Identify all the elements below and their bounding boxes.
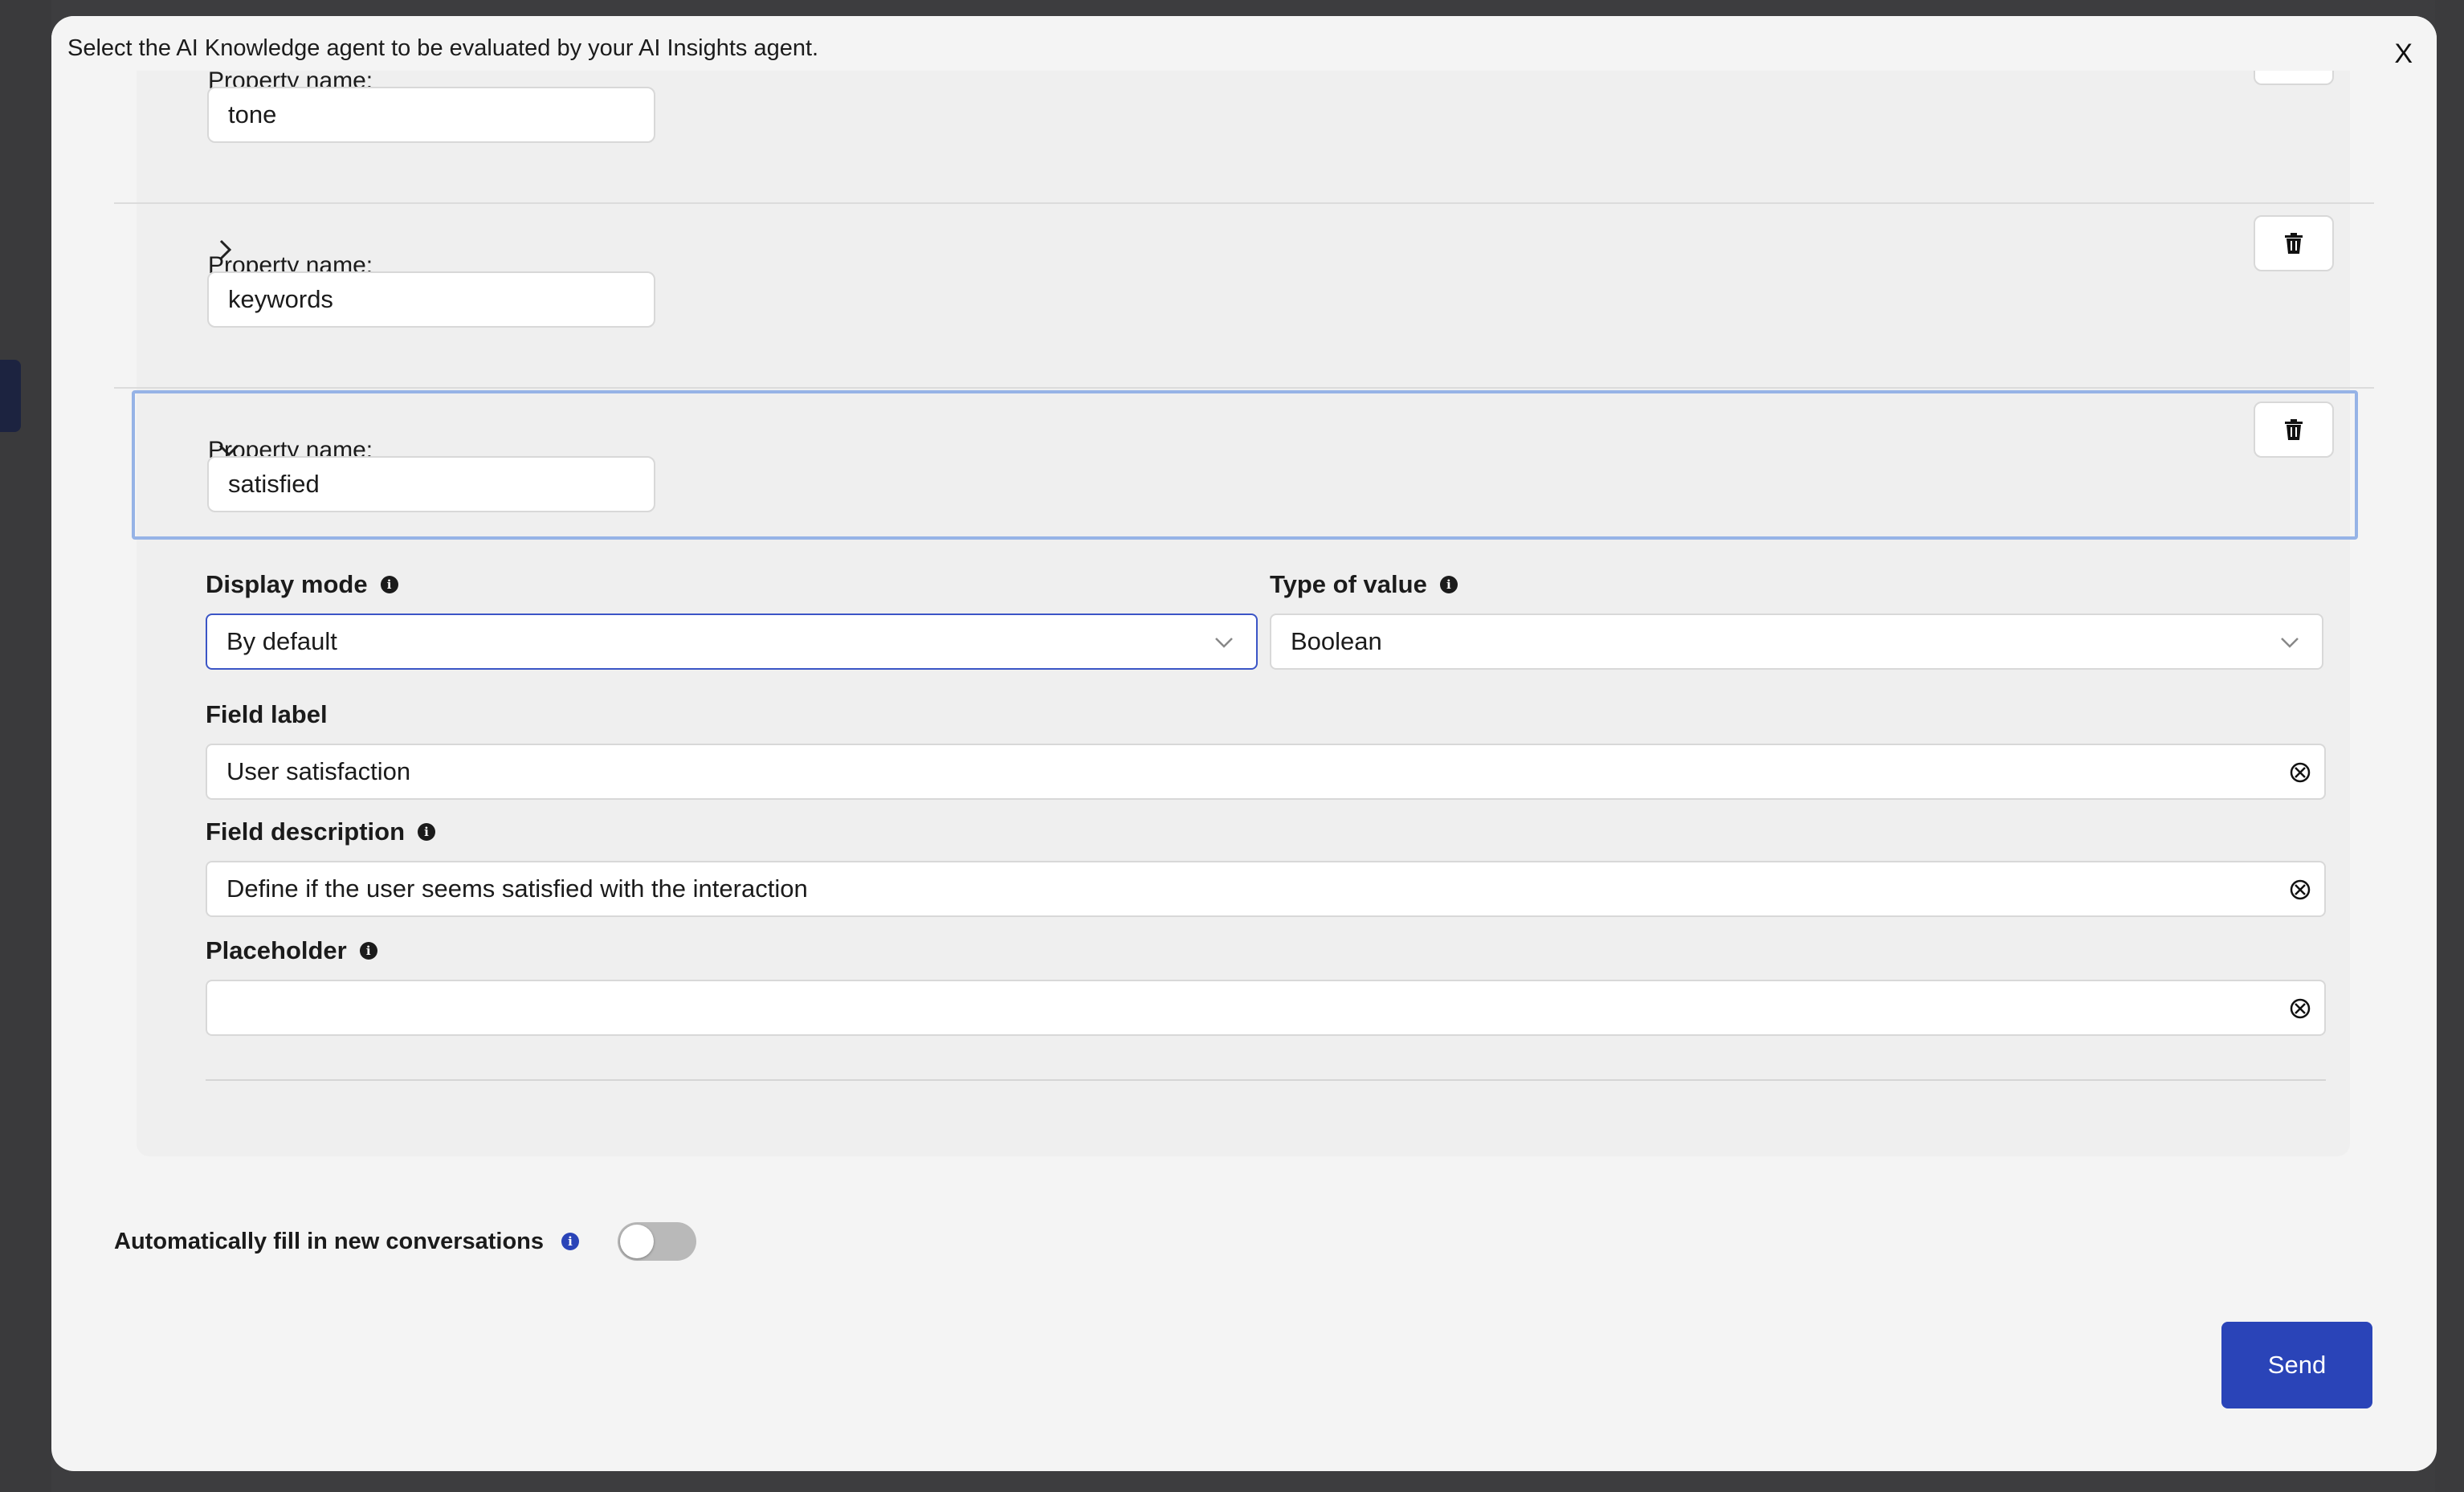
details-divider xyxy=(206,1079,2326,1081)
info-icon[interactable]: i xyxy=(418,823,436,841)
trash-icon xyxy=(2285,233,2303,254)
background-nav-icon xyxy=(0,360,21,432)
background-right-edge xyxy=(2435,0,2464,1492)
info-icon[interactable]: i xyxy=(359,942,377,960)
field-description-title: Field description i xyxy=(206,817,436,846)
modal-subtitle: Select the AI Knowledge agent to be eval… xyxy=(67,35,819,61)
clear-icon xyxy=(2290,998,2311,1019)
property-name-input-satisfied[interactable] xyxy=(207,456,655,512)
send-button[interactable]: Send xyxy=(2221,1322,2372,1408)
info-icon[interactable]: i xyxy=(561,1233,580,1250)
properties-scroll-area[interactable]: Property name: Property name: Property n… xyxy=(51,16,2437,1172)
trash-icon xyxy=(2285,419,2303,440)
type-of-value-title: Type of value i xyxy=(1270,570,1458,599)
info-icon[interactable]: i xyxy=(380,576,398,593)
toggle-knob xyxy=(620,1225,655,1258)
property-name-input-tone[interactable] xyxy=(207,87,655,143)
placeholder-input[interactable] xyxy=(206,980,2326,1036)
row-divider xyxy=(114,387,2374,389)
row-divider xyxy=(114,202,2374,204)
clear-icon xyxy=(2290,762,2311,783)
auto-fill-row: Automatically fill in new conversations … xyxy=(114,1222,697,1261)
modal-header: Select the AI Knowledge agent to be eval… xyxy=(51,16,2437,71)
close-button[interactable]: X xyxy=(2394,39,2413,70)
type-of-value-select[interactable]: Boolean xyxy=(1270,614,2323,670)
delete-property-button[interactable] xyxy=(2254,402,2334,458)
display-mode-title: Display mode i xyxy=(206,570,398,599)
chevron-down-icon xyxy=(2281,638,2299,648)
delete-property-button[interactable] xyxy=(2254,215,2334,271)
chevron-down-icon xyxy=(1215,638,1233,648)
property-name-input-keywords[interactable] xyxy=(207,271,655,328)
info-icon[interactable]: i xyxy=(1439,576,1458,593)
auto-fill-toggle[interactable] xyxy=(618,1222,697,1261)
background-sidebar xyxy=(0,0,51,1492)
property-modal: Property name: Property name: Property n… xyxy=(51,16,2437,1471)
clear-icon xyxy=(2290,879,2311,900)
field-label-title: Field label xyxy=(206,700,328,728)
placeholder-title: Placeholder i xyxy=(206,936,377,965)
auto-fill-label: Automatically fill in new conversations xyxy=(114,1228,545,1254)
field-description-input[interactable]: Define if the user seems satisfied with … xyxy=(206,861,2326,917)
field-label-input[interactable]: User satisfaction xyxy=(206,744,2326,800)
display-mode-select[interactable]: By default xyxy=(206,614,1258,670)
